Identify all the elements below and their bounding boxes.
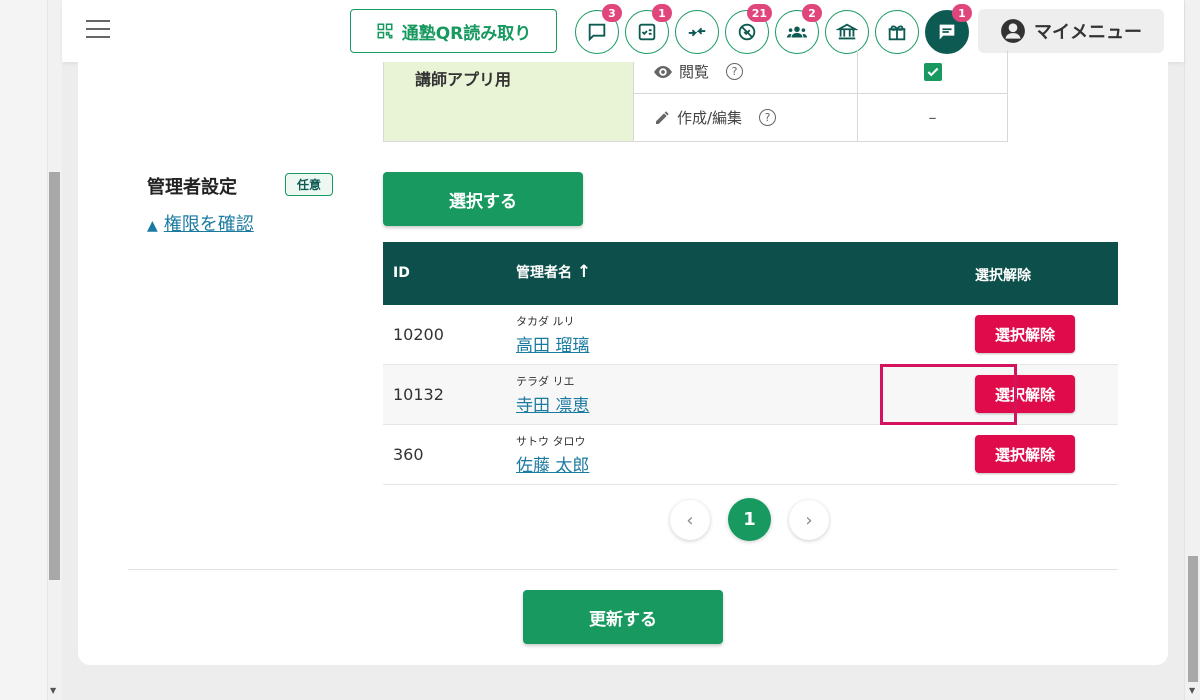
section-divider: [128, 569, 1118, 570]
gift-icon: [888, 25, 906, 41]
qr-scan-button[interactable]: 通塾QR読み取り: [350, 9, 557, 53]
admin-kana: サトウ タロウ: [516, 435, 586, 448]
group-button[interactable]: 2: [775, 4, 822, 54]
permission-edit-value: –: [858, 94, 1008, 142]
page-number-current[interactable]: 1: [728, 498, 771, 541]
column-header-name[interactable]: 管理者名 ↑: [516, 262, 591, 282]
checklist-badge: 1: [652, 4, 672, 22]
admin-name-link[interactable]: 寺田 凛恵: [516, 391, 589, 416]
my-menu-label: マイメニュー: [1034, 22, 1142, 43]
account-icon: [1001, 19, 1025, 43]
pagination: ‹ 1 ›: [670, 498, 829, 541]
right-scrollbar[interactable]: ▼: [1184, 0, 1200, 700]
update-button[interactable]: 更新する: [523, 590, 723, 644]
my-menu-button[interactable]: マイメニュー: [978, 9, 1164, 53]
message-button[interactable]: 3: [575, 4, 622, 54]
transfer-button[interactable]: [675, 10, 719, 54]
check-permission-link[interactable]: ▲ 権限を確認: [147, 210, 254, 236]
qr-scan-label: 通塾QR読み取り: [401, 23, 532, 44]
pencil-icon: [656, 110, 669, 124]
permission-edit-label: 作成/編集: [677, 109, 743, 127]
permission-row-edit: 作成/編集 ? –: [634, 94, 1008, 142]
checked-checkbox[interactable]: [923, 62, 942, 81]
message-icon: [588, 23, 606, 42]
triangle-up-icon: ▲: [147, 218, 158, 234]
optional-badge: 任意: [285, 173, 333, 196]
right-scroll-down-icon[interactable]: ▼: [1189, 686, 1195, 695]
group-icon: [786, 26, 808, 38]
next-page-icon[interactable]: ›: [789, 500, 829, 540]
column-header-name-label: 管理者名: [516, 265, 572, 281]
chat-button[interactable]: 1: [925, 4, 972, 54]
transfer-icon: [688, 27, 706, 37]
teacher-app-label: 講師アプリ用: [415, 70, 512, 89]
select-button[interactable]: 選択する: [383, 172, 583, 226]
blocked-button[interactable]: 21: [725, 4, 772, 54]
admin-name-link[interactable]: 佐藤 太郎: [516, 451, 589, 476]
eye-icon: [654, 65, 672, 78]
help-icon[interactable]: ?: [759, 109, 777, 126]
left-scroll-down-icon[interactable]: ▼: [50, 686, 56, 695]
column-header-id: ID: [393, 265, 410, 281]
admin-name-link[interactable]: 高田 瑠璃: [516, 331, 589, 356]
dash-placeholder: –: [928, 108, 937, 127]
top-header: 通塾QR読み取り 3 1 21 2 1 マイメニュー: [62, 0, 1184, 62]
sort-arrow-up-icon: ↑: [576, 262, 592, 282]
checklist-button[interactable]: 1: [625, 4, 672, 54]
qr-code-icon: [377, 23, 393, 39]
blocked-icon: [738, 23, 756, 41]
checklist-icon: [638, 23, 656, 41]
school-icon: [836, 23, 858, 40]
left-scrollbar-thumb[interactable]: [49, 172, 60, 580]
school-button[interactable]: [825, 10, 869, 54]
permission-view-value: [858, 50, 1008, 94]
permission-table: 講師アプリ用 閲覧 ? 作成/編集 ? –: [383, 50, 1008, 142]
admin-kana: タカダ ルリ: [516, 315, 575, 328]
chat-icon: [939, 24, 955, 40]
check-permission-text: 権限を確認: [163, 214, 254, 235]
admin-kana: テラダ リエ: [516, 375, 575, 388]
admin-id: 360: [393, 445, 424, 464]
left-scroll-area: ▼: [0, 0, 62, 700]
permission-view-label: 閲覧: [679, 63, 710, 81]
admin-settings-label: 管理者設定: [147, 177, 237, 198]
column-header-action: 選択解除: [975, 268, 1031, 284]
permission-row-view: 閲覧 ?: [634, 50, 1008, 94]
admin-id: 10132: [393, 385, 444, 404]
admin-id: 10200: [393, 325, 444, 344]
right-scrollbar-thumb[interactable]: [1188, 556, 1198, 682]
deselect-button[interactable]: 選択解除: [975, 435, 1075, 473]
gift-button[interactable]: [875, 10, 919, 54]
chat-badge: 1: [952, 4, 972, 22]
permission-view-cell: 閲覧 ?: [634, 50, 858, 94]
checkmark-icon: [927, 67, 938, 76]
table-row: 10200 タカダ ルリ 高田 瑠璃 選択解除: [383, 305, 1118, 365]
message-badge: 3: [602, 4, 622, 22]
deselect-button[interactable]: 選択解除: [975, 315, 1075, 353]
blocked-badge: 21: [746, 4, 772, 22]
hamburger-menu-icon[interactable]: [86, 20, 110, 40]
table-header: ID 管理者名 ↑ 選択解除: [383, 242, 1118, 305]
highlight-box: [880, 364, 1017, 425]
teacher-app-cell: 講師アプリ用: [383, 62, 634, 142]
permission-edit-cell: 作成/編集 ?: [634, 94, 858, 142]
group-badge: 2: [802, 4, 822, 22]
help-icon[interactable]: ?: [726, 63, 744, 80]
prev-page-icon[interactable]: ‹: [670, 500, 710, 540]
table-row: 360 サトウ タロウ 佐藤 太郎 選択解除: [383, 425, 1118, 485]
